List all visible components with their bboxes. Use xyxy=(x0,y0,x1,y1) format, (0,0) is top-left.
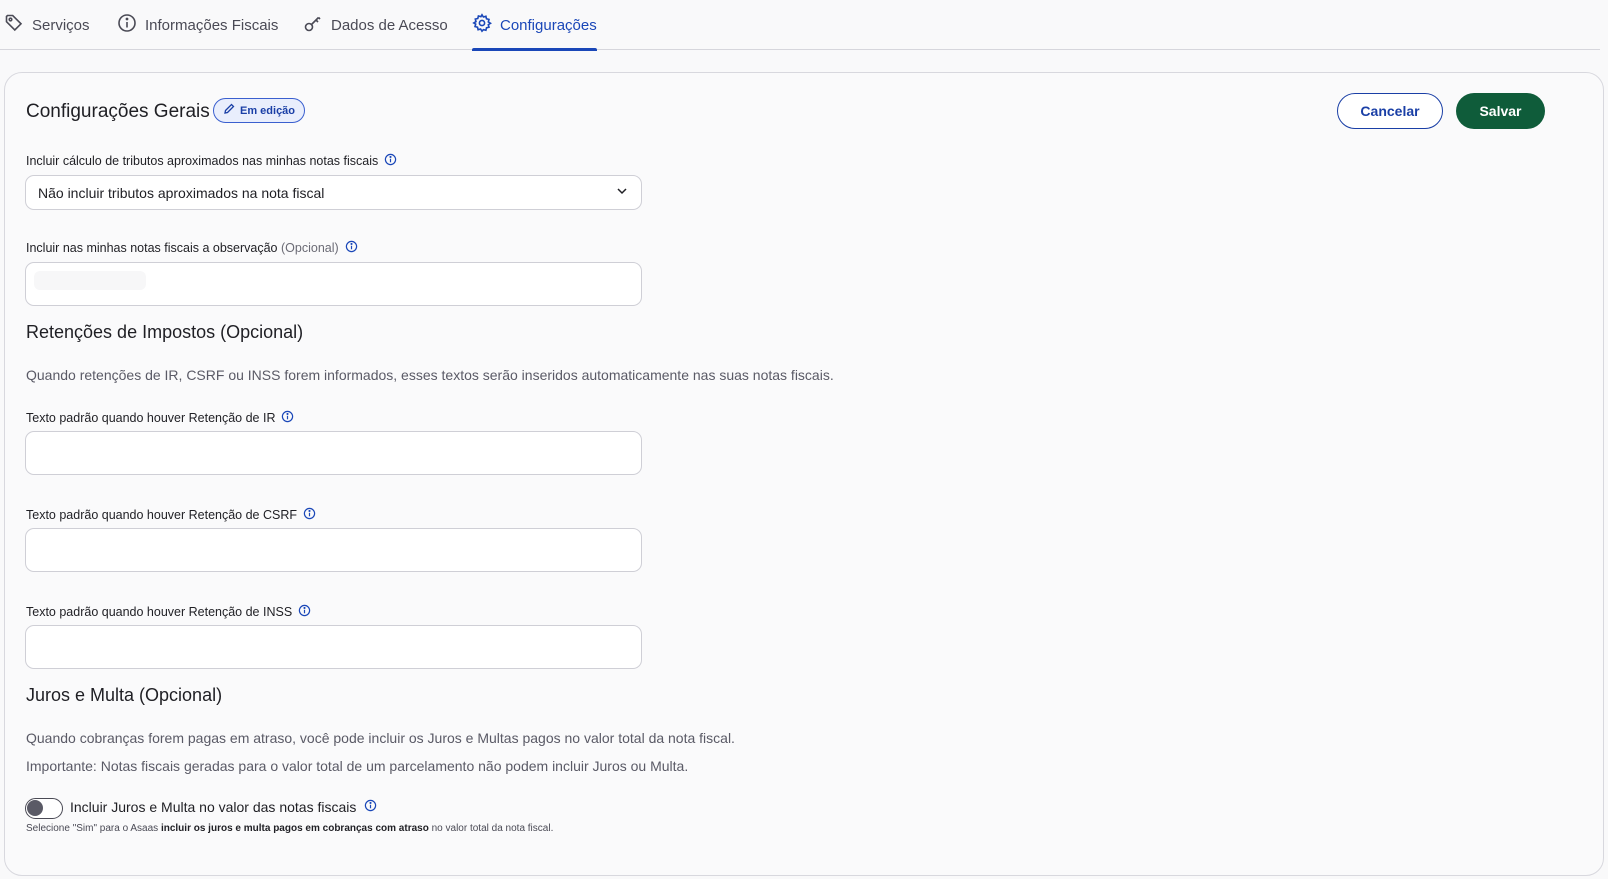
tab-bar: Serviços Informações Fiscais Dados de Ac… xyxy=(0,0,1600,51)
info-icon[interactable] xyxy=(298,604,311,620)
key-icon xyxy=(303,13,323,37)
juros-toggle[interactable] xyxy=(25,798,63,819)
csrf-label-text: Texto padrão quando houver Retenção de C… xyxy=(26,508,298,522)
inss-label-text: Texto padrão quando houver Retenção de I… xyxy=(26,605,293,619)
status-badge-label: Em edição xyxy=(240,104,296,117)
info-icon[interactable] xyxy=(303,507,316,523)
page-title: Configurações Gerais xyxy=(26,101,210,122)
observacao-input[interactable] xyxy=(25,262,642,306)
retencoes-description: Quando retenções de IR, CSRF ou INSS for… xyxy=(26,367,834,383)
csrf-label: Texto padrão quando houver Retenção de C… xyxy=(26,507,316,523)
info-icon[interactable] xyxy=(364,799,377,815)
tab-dados-de-acesso[interactable]: Dados de Acesso xyxy=(303,0,448,50)
cancel-button[interactable]: Cancelar xyxy=(1337,93,1443,129)
toggle-knob xyxy=(27,800,43,816)
redacted-value xyxy=(34,271,146,290)
csrf-input[interactable] xyxy=(25,528,642,572)
inss-label: Texto padrão quando houver Retenção de I… xyxy=(26,604,311,620)
settings-card: Configurações Gerais Em edição Cancelar … xyxy=(4,72,1604,876)
tributos-select[interactable]: Não incluir tributos aproximados na nota… xyxy=(25,175,642,210)
tab-configuracoes-label: Configurações xyxy=(500,16,597,34)
tab-servicos[interactable]: Serviços xyxy=(4,0,90,50)
observacao-label: Incluir nas minhas notas fiscais a obser… xyxy=(26,240,358,256)
juros-important: Importante: Notas fiscais geradas para o… xyxy=(26,758,689,774)
info-icon[interactable] xyxy=(281,410,294,426)
gear-icon xyxy=(472,13,492,37)
juros-toggle-label: Incluir Juros e Multa no valor das notas… xyxy=(70,799,377,815)
tab-configuracoes[interactable]: Configurações xyxy=(472,0,597,51)
inss-input[interactable] xyxy=(25,625,642,669)
info-circle-icon xyxy=(117,13,137,37)
info-icon[interactable] xyxy=(384,153,397,169)
tab-informacoes-fiscais-label: Informações Fiscais xyxy=(145,16,279,34)
juros-title: Juros e Multa (Opcional) xyxy=(26,685,223,705)
chevron-down-icon xyxy=(615,184,629,201)
tributos-select-value: Não incluir tributos aproximados na nota… xyxy=(38,184,325,201)
retencoes-title: Retenções de Impostos (Opcional) xyxy=(26,322,304,342)
ir-label-text: Texto padrão quando houver Retenção de I… xyxy=(26,411,276,425)
tributos-label-text: Incluir cálculo de tributos aproximados … xyxy=(26,154,379,168)
tab-servicos-label: Serviços xyxy=(32,16,90,34)
tag-icon xyxy=(4,13,24,37)
info-icon[interactable] xyxy=(345,240,358,256)
juros-description: Quando cobranças forem pagas em atraso, … xyxy=(26,730,735,746)
tab-dados-de-acesso-label: Dados de Acesso xyxy=(331,16,448,34)
observacao-label-text: Incluir nas minhas notas fiscais a obser… xyxy=(26,241,339,255)
ir-input[interactable] xyxy=(25,431,642,475)
tributos-label: Incluir cálculo de tributos aproximados … xyxy=(26,153,397,169)
juros-help-text: Selecione "Sim" para o Asaas incluir os … xyxy=(26,823,554,834)
ir-label: Texto padrão quando houver Retenção de I… xyxy=(26,410,294,426)
status-badge: Em edição xyxy=(213,98,306,123)
pencil-icon xyxy=(223,103,235,118)
observacao-optional: (Opcional) xyxy=(281,241,339,255)
tab-informacoes-fiscais[interactable]: Informações Fiscais xyxy=(117,0,278,50)
save-button[interactable]: Salvar xyxy=(1456,93,1545,129)
juros-toggle-label-text: Incluir Juros e Multa no valor das notas… xyxy=(70,799,357,815)
